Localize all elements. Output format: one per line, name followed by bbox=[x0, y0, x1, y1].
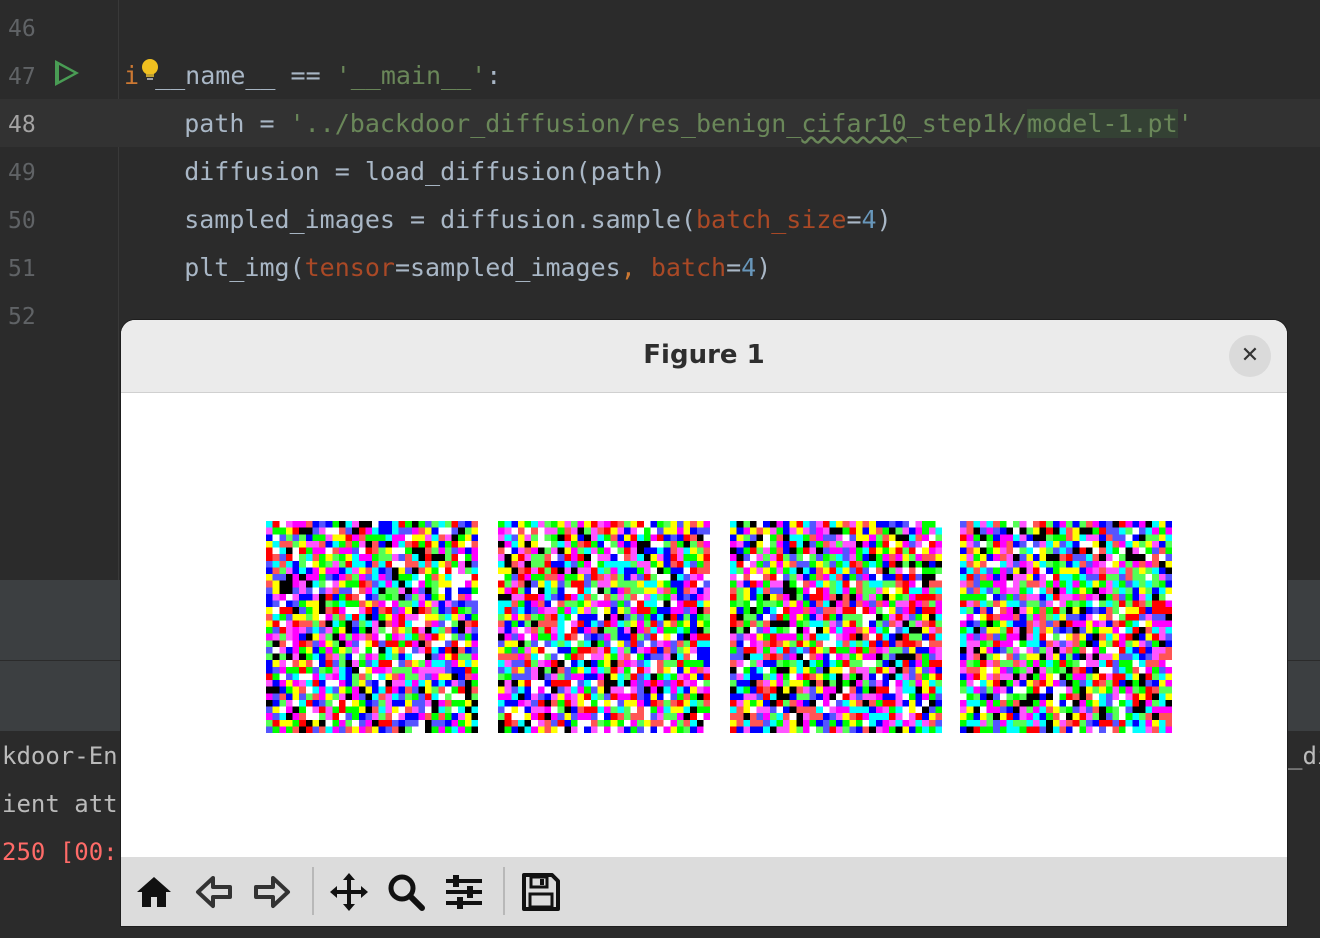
sampled-image-4 bbox=[960, 521, 1172, 733]
figure-navigation-toolbar bbox=[121, 857, 1287, 926]
close-icon: ✕ bbox=[1240, 343, 1260, 368]
console-line-fragment: _di bbox=[1288, 742, 1320, 770]
close-button[interactable]: ✕ bbox=[1229, 335, 1271, 377]
code-text: i __name__ == '__main__': bbox=[124, 61, 502, 90]
console-line-progress: 250 [00: bbox=[2, 838, 118, 866]
code-line[interactable]: 50 sampled_images = diffusion.sample(bat… bbox=[0, 195, 1320, 243]
lightbulb-icon[interactable] bbox=[140, 58, 160, 84]
toolbar-separator bbox=[312, 867, 314, 915]
code-line[interactable]: 46 bbox=[0, 3, 1320, 51]
code-line[interactable]: 49 diffusion = load_diffusion(path) bbox=[0, 147, 1320, 195]
code-text: path = '../backdoor_diffusion/res_benign… bbox=[124, 109, 1193, 138]
console-line: kdoor-En bbox=[2, 742, 118, 770]
pan-icon[interactable] bbox=[328, 871, 370, 913]
sampled-image-3 bbox=[730, 521, 942, 733]
toolbar-separator bbox=[503, 867, 505, 915]
code-line[interactable]: 47 i __name__ == '__main__': bbox=[0, 51, 1320, 99]
forward-icon[interactable] bbox=[251, 871, 293, 913]
matplotlib-figure-window[interactable]: Figure 1 ✕ bbox=[121, 320, 1287, 926]
zoom-icon[interactable] bbox=[385, 871, 427, 913]
line-number: 50 bbox=[8, 208, 36, 234]
line-number: 52 bbox=[8, 304, 36, 330]
code-line[interactable]: 51 plt_img(tensor=sampled_images, batch=… bbox=[0, 243, 1320, 291]
code-text: sampled_images = diffusion.sample(batch_… bbox=[124, 205, 892, 234]
home-icon[interactable] bbox=[133, 871, 175, 913]
back-icon[interactable] bbox=[193, 871, 235, 913]
window-titlebar[interactable]: Figure 1 ✕ bbox=[121, 320, 1287, 393]
figure-canvas[interactable] bbox=[121, 393, 1287, 857]
line-number: 49 bbox=[8, 160, 36, 186]
code-text: plt_img(tensor=sampled_images, batch=4) bbox=[124, 253, 772, 282]
sampled-image-2 bbox=[498, 521, 710, 733]
console-line: ient att bbox=[2, 790, 118, 818]
window-title: Figure 1 bbox=[643, 340, 765, 370]
sampled-image-1 bbox=[266, 521, 478, 733]
line-number: 51 bbox=[8, 256, 36, 282]
line-number: 47 bbox=[8, 64, 36, 90]
line-number: 48 bbox=[8, 112, 36, 138]
run-icon[interactable] bbox=[55, 60, 79, 86]
main-guard-text: __name__ == bbox=[155, 61, 336, 90]
configure-subplots-icon[interactable] bbox=[443, 871, 485, 913]
code-text: diffusion = load_diffusion(path) bbox=[124, 157, 666, 186]
save-icon[interactable] bbox=[520, 871, 562, 913]
line-number: 46 bbox=[8, 16, 36, 42]
code-line-active[interactable]: 48 path = '../backdoor_diffusion/res_ben… bbox=[0, 99, 1320, 147]
